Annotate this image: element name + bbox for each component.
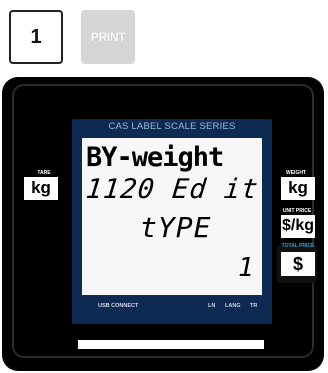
weight-unit: kg (281, 177, 315, 200)
ln-label: LN (208, 303, 216, 309)
tare-unit: kg (24, 177, 58, 200)
unit-price-label: UNIT PRICE (282, 208, 312, 214)
label-slot (78, 340, 264, 349)
key-1-button[interactable]: 1 (9, 10, 63, 64)
tare-label: TARE (37, 170, 51, 176)
lcd-line-3: tYPE (140, 211, 212, 244)
lcd-line-4: 1 (238, 253, 254, 283)
print-button[interactable]: PRINT (81, 10, 135, 64)
lcd-caption: CAS LABEL SCALE SERIES (108, 121, 236, 132)
tr-label: TR (250, 303, 258, 309)
total-price-unit: $ (281, 252, 315, 276)
total-price-label: TOTAL PRICE (281, 243, 315, 249)
usb-connect-label: USB CONNECT (98, 303, 139, 309)
lcd-line-2: 1120 Ed it (84, 174, 261, 205)
lang-label: LANG (225, 303, 241, 309)
lcd-line-1: BY-weight (86, 142, 224, 173)
unit-price-unit: $/kg (281, 215, 315, 238)
weight-label: WEIGHT (286, 170, 306, 176)
